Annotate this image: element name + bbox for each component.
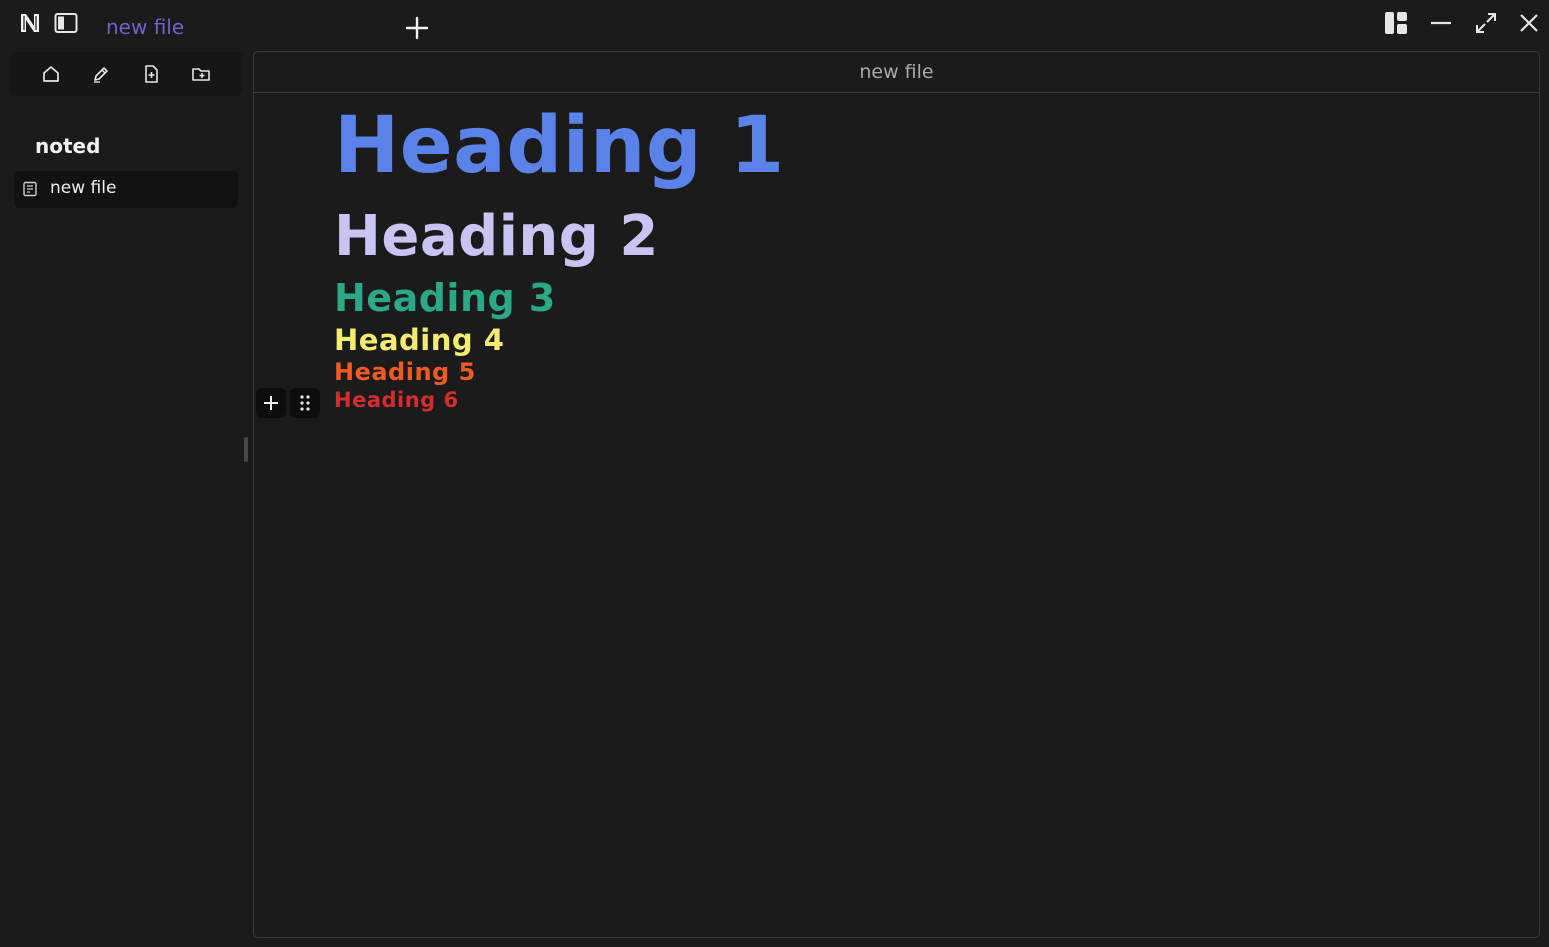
plus-icon bbox=[264, 396, 278, 410]
drag-dots-icon bbox=[300, 395, 310, 411]
editor-panel: new file Heading 1 Heading 2 Heading 3 H… bbox=[253, 51, 1540, 938]
drag-handle-button[interactable] bbox=[290, 388, 320, 418]
file-text-icon bbox=[23, 181, 37, 197]
new-folder-icon[interactable] bbox=[191, 64, 211, 84]
app-logo-icon bbox=[21, 14, 39, 32]
workspace-title: noted bbox=[35, 134, 101, 158]
edit-pen-icon[interactable] bbox=[91, 64, 111, 84]
layout-icon[interactable] bbox=[1383, 10, 1409, 36]
file-label: new file bbox=[50, 178, 117, 198]
sidebar-toolbar bbox=[10, 52, 243, 96]
heading-1[interactable]: Heading 1 bbox=[334, 98, 785, 194]
maximize-icon[interactable] bbox=[1473, 10, 1499, 36]
add-block-button[interactable] bbox=[256, 388, 286, 418]
heading-3[interactable]: Heading 3 bbox=[334, 274, 556, 322]
title-bar: new file bbox=[0, 0, 1549, 50]
file-item-new-file[interactable]: new file bbox=[14, 171, 238, 208]
heading-5[interactable]: Heading 5 bbox=[334, 357, 476, 387]
sidebar-toggle-icon[interactable] bbox=[54, 12, 78, 34]
minimize-icon[interactable] bbox=[1428, 10, 1454, 36]
sidebar-resize-handle[interactable] bbox=[244, 437, 248, 462]
close-icon[interactable] bbox=[1516, 10, 1542, 36]
sidebar: noted new file bbox=[0, 50, 252, 947]
new-tab-button[interactable] bbox=[404, 15, 430, 41]
tab-new-file[interactable]: new file bbox=[106, 14, 184, 40]
document-title: new file bbox=[859, 61, 934, 83]
heading-2[interactable]: Heading 2 bbox=[334, 204, 659, 270]
new-file-icon[interactable] bbox=[141, 64, 161, 84]
home-icon[interactable] bbox=[41, 64, 61, 84]
tab-label: new file bbox=[106, 15, 185, 39]
heading-6[interactable]: Heading 6 bbox=[334, 387, 459, 413]
editor-header: new file bbox=[254, 52, 1539, 93]
heading-4[interactable]: Heading 4 bbox=[334, 322, 504, 358]
